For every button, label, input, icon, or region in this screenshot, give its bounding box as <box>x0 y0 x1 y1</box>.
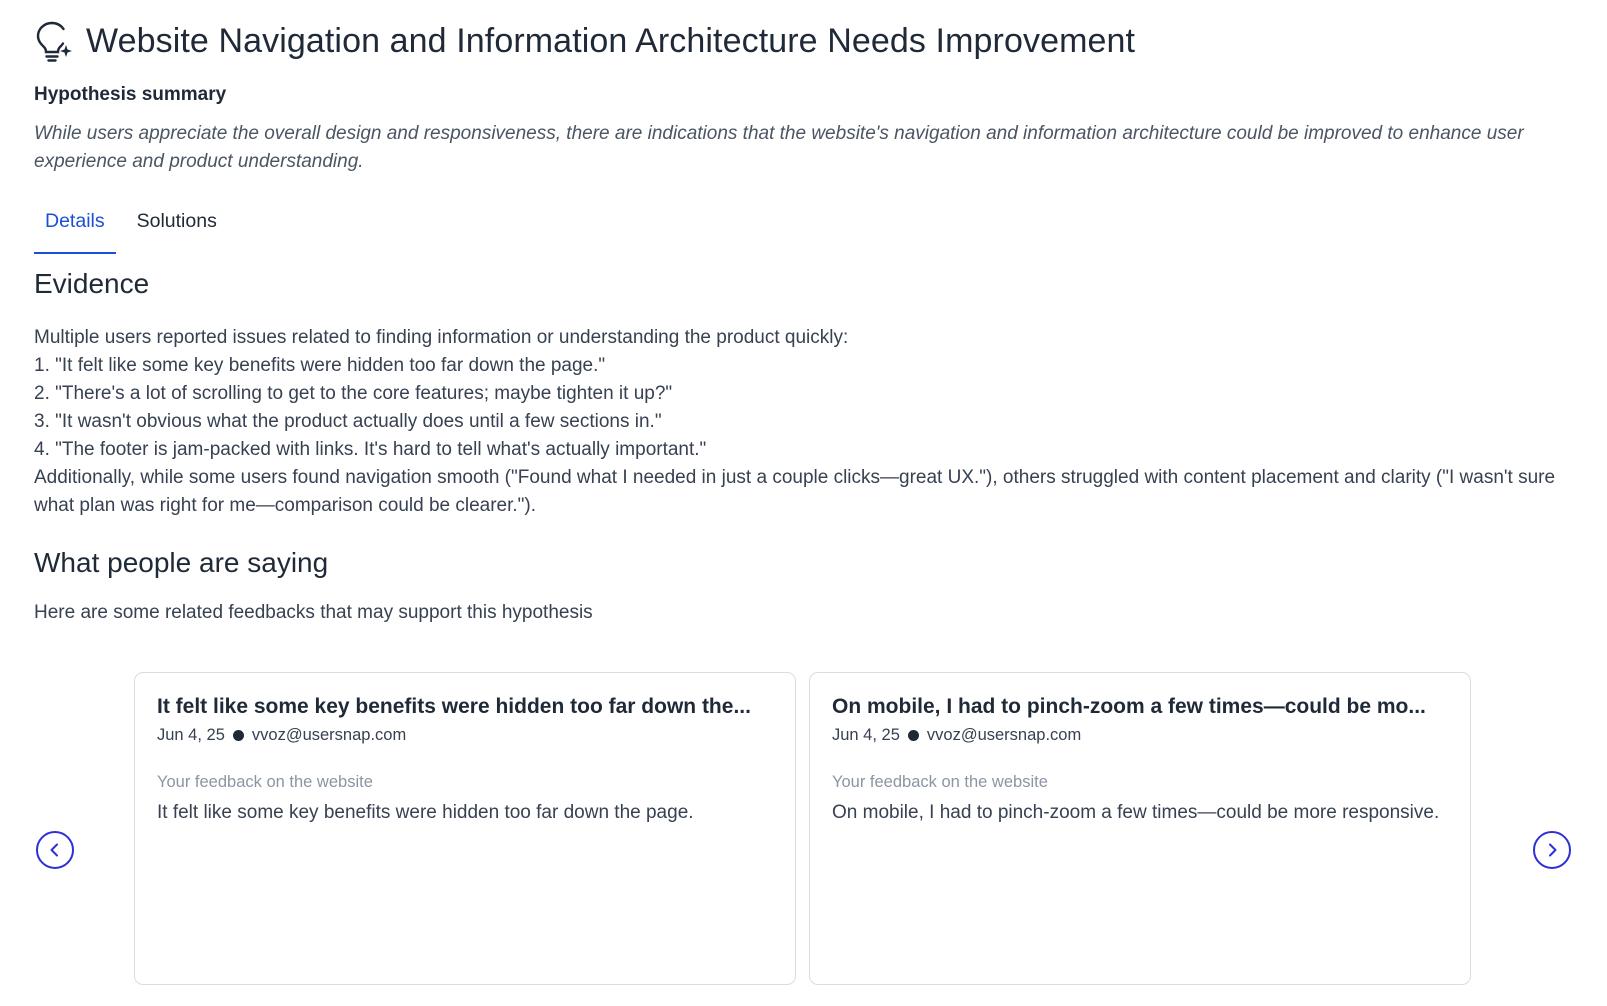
evidence-heading: Evidence <box>34 268 150 299</box>
tab-bar: Details Solutions <box>34 196 228 256</box>
evidence-item-3: 3. "It wasn't obvious what the product a… <box>34 411 662 432</box>
feedback-answer: On mobile, I had to pinch-zoom a few tim… <box>832 802 1440 823</box>
feedback-card[interactable]: It felt like some key benefits were hidd… <box>134 672 796 985</box>
separator-dot-icon <box>232 730 244 741</box>
chevron-left-icon <box>47 842 63 858</box>
hypothesis-page: Website Navigation and Information Archi… <box>0 0 1607 1006</box>
feedback-email: vvoz@usersnap.com <box>926 726 1082 744</box>
saying-subtitle: Here are some related feedbacks that may… <box>34 602 593 623</box>
carousel-next-button[interactable] <box>1533 831 1571 869</box>
carousel-prev-button[interactable] <box>36 831 74 869</box>
evidence-additional: Additionally, while some users found nav… <box>34 467 1556 516</box>
feedback-card-meta: Jun 4, 25 vvoz@usersnap.com <box>832 726 1081 745</box>
feedback-card[interactable]: On mobile, I had to pinch-zoom a few tim… <box>809 672 1471 985</box>
evidence-item-2: 2. "There's a lot of scrolling to get to… <box>34 383 673 404</box>
title-row: Website Navigation and Information Archi… <box>34 18 1135 64</box>
saying-heading: What people are saying <box>34 547 329 578</box>
feedback-date: Jun 4, 25 <box>832 726 900 744</box>
tab-solutions[interactable]: Solutions <box>126 196 228 252</box>
summary-text: While users appreciate the overall desig… <box>34 123 1524 172</box>
evidence-body: Multiple users reported issues related t… <box>34 324 1574 520</box>
feedback-card-title: It felt like some key benefits were hidd… <box>157 695 751 718</box>
tab-details[interactable]: Details <box>34 196 116 254</box>
summary-label: Hypothesis summary <box>34 84 227 105</box>
feedback-answer: It felt like some key benefits were hidd… <box>157 802 694 823</box>
separator-dot-icon <box>907 730 919 741</box>
feedback-card-meta: Jun 4, 25 vvoz@usersnap.com <box>157 726 406 745</box>
evidence-intro: Multiple users reported issues related t… <box>34 327 849 348</box>
feedback-email: vvoz@usersnap.com <box>251 726 407 744</box>
chevron-right-icon <box>1544 842 1560 858</box>
page-title: Website Navigation and Information Archi… <box>86 21 1136 60</box>
feedback-question: Your feedback on the website <box>832 773 1048 791</box>
feedback-card-title: On mobile, I had to pinch-zoom a few tim… <box>832 695 1426 718</box>
feedback-question: Your feedback on the website <box>157 773 373 791</box>
feedback-date: Jun 4, 25 <box>157 726 225 744</box>
evidence-item-4: 4. "The footer is jam-packed with links.… <box>34 439 707 460</box>
evidence-item-1: 1. "It felt like some key benefits were … <box>34 355 606 376</box>
lightbulb-sparkle-icon <box>34 19 74 63</box>
